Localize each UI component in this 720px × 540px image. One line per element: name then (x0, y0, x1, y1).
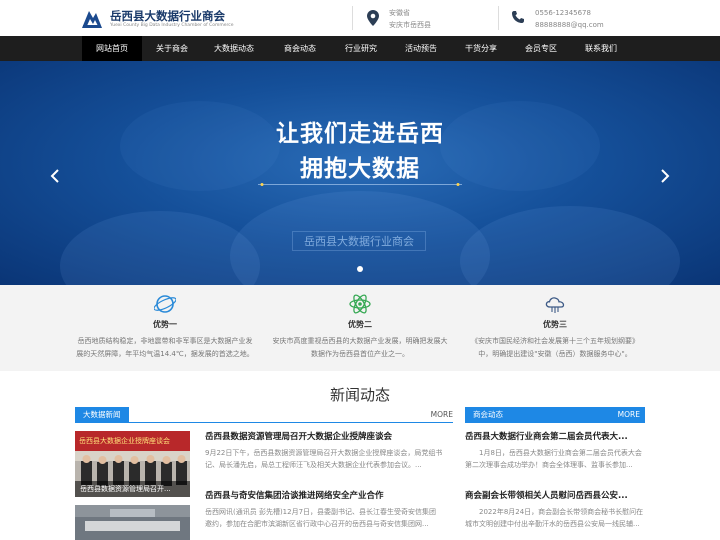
nav-item-about[interactable]: 关于商会 (142, 36, 202, 61)
advantage-desc-line: 安庆市高度重视岳西县的大数据产业发展，明确把发展大 (272, 337, 448, 345)
news-summary-line: 1月8日，岳西县大数据行业商会第二届会员代表大会 (479, 449, 642, 457)
advantage-desc-line: 岳西地质结构稳定，非地震带和非军事区是大数据产业发 (77, 337, 253, 345)
meeting-room-photo (75, 505, 190, 540)
logo-mark-icon (82, 11, 102, 28)
bigdata-news-more-link[interactable]: MORE (431, 407, 453, 423)
advantage-title: 优势三 (543, 320, 567, 329)
chamber-news-summary: 1月8日，岳西县大数据行业商会第二届会员代表大会 第二次理事会成功举办！商会全体… (465, 447, 655, 471)
news-thumbnail[interactable]: 岳西县大数据企业授牌座谈会 岳西县数据资源管理局召开... (75, 431, 190, 497)
news-item-title[interactable]: 岳西县数据资源管理局召开大数据企业授牌座谈会 (205, 430, 392, 442)
location-province: 安徽省 (389, 9, 410, 17)
banner-pager-dot[interactable] (357, 266, 363, 272)
nav-item-research[interactable]: 行业研究 (331, 36, 391, 61)
news-summary-line: 第二次理事会成功举办！商会全体理事、监事长参加... (465, 461, 633, 469)
logo-title: 岳西县大数据行业商会 (110, 9, 225, 23)
thumbnail-banner-text: 岳西县大数据企业授牌座谈会 (79, 437, 170, 445)
banner-prev-arrow-icon[interactable] (48, 169, 62, 183)
atom-icon (349, 294, 371, 314)
bigdata-news-tab-header: 大数据新闻 MORE (75, 407, 453, 423)
cloud-network-icon (545, 297, 565, 313)
contact-phone: 0556-12345678 (535, 9, 591, 17)
header-divider (352, 6, 353, 30)
thumbnail-caption: 岳西县数据资源管理局召开... (75, 481, 190, 497)
contact-email: 88888888@qq.com (535, 21, 604, 29)
advantage-title: 优势一 (153, 320, 177, 329)
chamber-news-tab-header: 商会动态 MORE (465, 407, 645, 423)
main-nav: 网站首页 关于商会 大数据动态 商会动态 行业研究 活动预告 干货分享 会员专区… (0, 36, 720, 61)
chamber-news-more-link[interactable]: MORE (618, 407, 640, 423)
advantage-desc-line: 展的天然屏障，年平均气温14.4℃，据发展的首选之地。 (76, 350, 254, 358)
news-item-title[interactable]: 岳西县与奇安信集团洽谈推进网络安全产业合作 (205, 489, 384, 501)
advantage-desc: 《安庆市国民经济和社会发展第十三个五年规划纲要》 中，明确提出建设"安徽（岳西）… (460, 335, 650, 361)
nav-item-chamber-news[interactable]: 商会动态 (270, 36, 330, 61)
hero-banner: 让我们走进岳西 拥抱大数据 岳西县大数据行业商会 (0, 61, 720, 285)
header-contact: 0556-12345678 88888888@qq.com (511, 7, 604, 31)
banner-headline-2: 拥抱大数据 (300, 156, 420, 182)
news-summary-line: 2022年8月24日，商会副会长带领商会秘书长慰问在 (479, 508, 644, 516)
news-section-title: 新闻动态 (329, 386, 390, 404)
advantage-desc-line: 数据作为岳西县首位产业之一。 (311, 350, 409, 358)
advantage-desc-line: 中，明确提出建设"安徽（岳西）数据服务中心"。 (478, 350, 632, 358)
header-divider (498, 6, 499, 30)
nav-item-events[interactable]: 活动预告 (391, 36, 451, 61)
chamber-news-summary: 2022年8月24日，商会副会长带领商会秘书长慰问在 城市文明创建中付出辛勤汗水… (465, 506, 655, 530)
chamber-news-title[interactable]: 商会副会长带领相关人员慰问岳西县公安... (465, 489, 628, 501)
nav-item-home[interactable]: 网站首页 (82, 36, 142, 61)
banner-divider (258, 183, 462, 186)
tab-bigdata-news[interactable]: 大数据新闻 (75, 407, 129, 423)
news-summary-line: 岳西网讯(通讯员 彭先槽)12月7日，县委副书记、县长江春生受奇安信集团 (205, 508, 437, 516)
advantage-item: 优势二 安庆市高度重视岳西县的大数据产业发展，明确把发展大 数据作为岳西县首位产… (265, 293, 455, 361)
chamber-news-title[interactable]: 岳西县大数据行业商会第二届会员代表大... (465, 430, 628, 442)
advantage-desc-line: 《安庆市国民经济和社会发展第十三个五年规划纲要》 (471, 337, 639, 345)
advantage-item: 优势三 《安庆市国民经济和社会发展第十三个五年规划纲要》 中，明确提出建设"安徽… (460, 293, 650, 361)
nav-item-contact[interactable]: 联系我们 (571, 36, 631, 61)
site-header: 岳西县大数据行业商会 Yuexi County Big Data Industr… (0, 0, 720, 36)
news-item-summary: 9月22日下午，岳西县数据资源管理局召开大数据企业授牌座谈会，局党组书 记、局长… (205, 447, 455, 471)
news-item-summary: 岳西网讯(通讯员 彭先槽)12月7日，县委副书记、县长江春生受奇安信集团 邀约，… (205, 506, 455, 530)
tab-chamber-news[interactable]: 商会动态 (465, 407, 511, 423)
nav-item-bigdata-news[interactable]: 大数据动态 (202, 36, 266, 61)
nav-item-resources[interactable]: 干货分享 (451, 36, 511, 61)
nav-item-members[interactable]: 会员专区 (511, 36, 571, 61)
news-summary-line: 记、局长潘先启，局总工程师汪飞及相关大数据企业代表参加会议。... (205, 461, 422, 469)
header-location: 安徽省 安庆市岳西县 (367, 7, 431, 31)
news-summary-line: 邀约，参加在合肥市滨湖新区省行政中心召开的岳西县与奇安信集团网... (205, 520, 429, 528)
news-thumbnail[interactable] (75, 505, 190, 540)
advantage-item: 优势一 岳西地质结构稳定，非地震带和非军事区是大数据产业发 展的天然屏障，年平均… (70, 293, 260, 361)
location-county: 安庆市岳西县 (389, 21, 431, 29)
banner-cloud (460, 206, 680, 285)
logo-subtitle: Yuexi County Big Data Industry Chamber o… (110, 23, 234, 28)
globe-icon (154, 295, 176, 313)
advantage-desc: 安庆市高度重视岳西县的大数据产业发展，明确把发展大 数据作为岳西县首位产业之一。 (265, 335, 455, 361)
advantages-section: 优势一 岳西地质结构稳定，非地震带和非军事区是大数据产业发 展的天然屏障，年平均… (0, 285, 720, 371)
advantage-desc: 岳西地质结构稳定，非地震带和非军事区是大数据产业发 展的天然屏障，年平均气温14… (70, 335, 260, 361)
news-summary-line: 城市文明创建中付出辛勤汗水的岳西县公安局一线民辅... (465, 520, 640, 528)
banner-headline-1: 让我们走进岳西 (276, 121, 444, 147)
banner-next-arrow-icon[interactable] (658, 169, 672, 183)
phone-icon (512, 11, 524, 23)
advantage-title: 优势二 (348, 320, 372, 329)
banner-subtitle: 岳西县大数据行业商会 (292, 231, 426, 251)
location-pin-icon (367, 10, 379, 26)
news-summary-line: 9月22日下午，岳西县数据资源管理局召开大数据企业授牌座谈会，局党组书 (205, 449, 443, 457)
logo[interactable]: 岳西县大数据行业商会 Yuexi County Big Data Industr… (80, 8, 234, 30)
